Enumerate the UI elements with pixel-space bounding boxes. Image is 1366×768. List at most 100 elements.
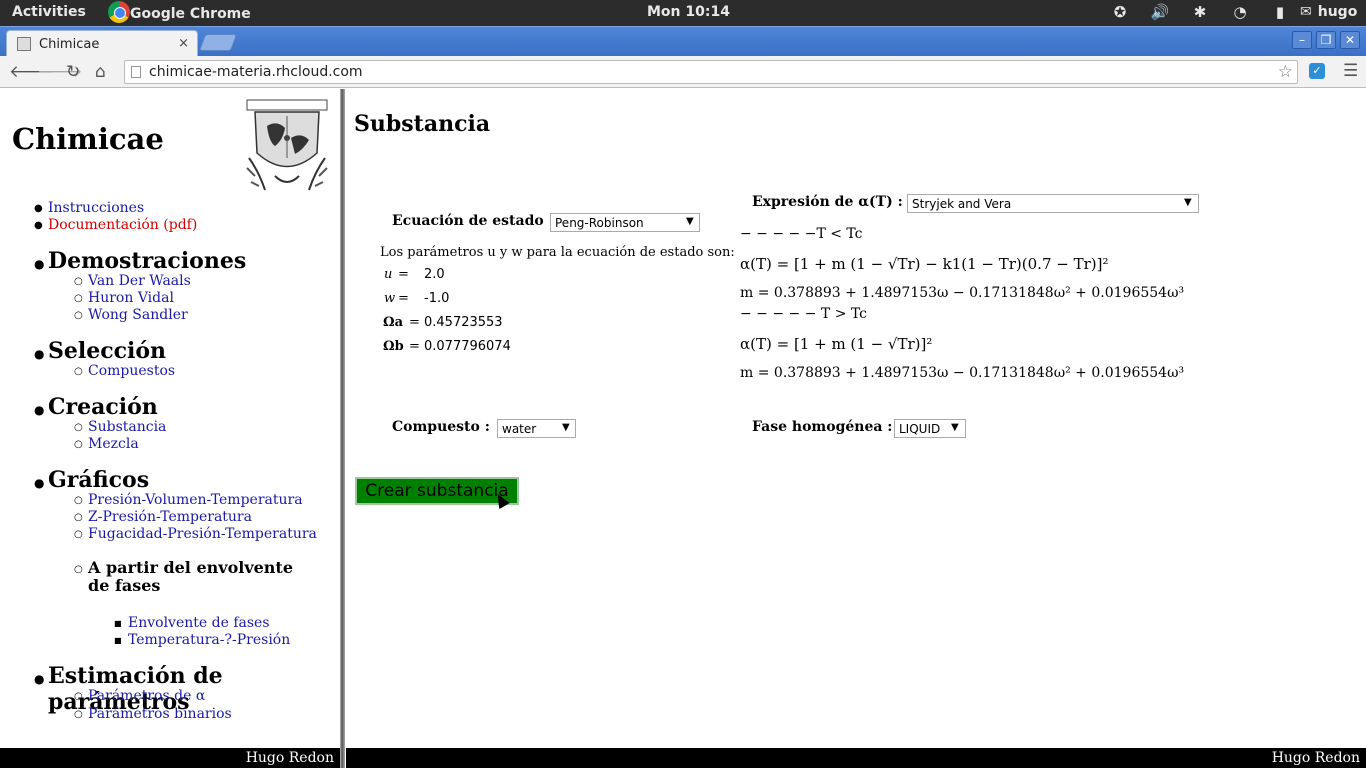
home-icon[interactable]: ⌂: [95, 62, 106, 82]
user-menu[interactable]: ✉ hugo: [1300, 4, 1357, 20]
phase-label: Fase homogénea :: [752, 419, 893, 435]
bullet: ○: [74, 276, 83, 287]
tab-chimicae[interactable]: Chimicae ×: [6, 30, 198, 57]
params-intro: Los parámetros u y w para la ecuación de…: [380, 245, 735, 260]
app-name: Google Chrome: [130, 5, 251, 22]
close-window-icon[interactable]: ✕: [1340, 31, 1360, 49]
phase-select[interactable]: LIQUID: [894, 419, 966, 438]
param-omega-a-name: Ωa: [383, 315, 403, 330]
equation-case-below-tc: − − − − −T < Tc: [740, 226, 863, 242]
link-z-presion-temperatura[interactable]: Z-Presión-Temperatura: [88, 509, 252, 526]
app-menu[interactable]: Google Chrome: [108, 1, 251, 23]
bullet: ●: [34, 403, 45, 417]
link-compuestos[interactable]: Compuestos: [88, 363, 175, 380]
chat-status-icon: ✉: [1300, 4, 1312, 20]
sidebar-frame: Chimicae ● Instrucciones ● Documentación…: [0, 89, 341, 768]
section-creacion: Creación: [48, 394, 158, 420]
param-omega-a-eq: =: [409, 315, 420, 330]
unam-seal-logo: [246, 99, 328, 191]
alpha-label: Expresión de α(T) :: [752, 194, 903, 210]
equation-m-below-tc: m = 0.378893 + 1.4897153ω − 0.17131848ω²…: [740, 285, 1185, 301]
bullet: ●: [34, 347, 45, 361]
reload-icon[interactable]: ↻: [66, 62, 80, 82]
bullet: ●: [34, 257, 45, 271]
equation-m-above-tc: m = 0.378893 + 1.4897153ω − 0.17131848ω²…: [740, 365, 1185, 381]
main-frame: Substancia Ecuación de estado : Peng-Rob…: [346, 89, 1366, 768]
bullet: ○: [74, 495, 83, 506]
link-envolvente-de-fases[interactable]: Envolvente de fases: [128, 615, 270, 632]
bullet: ○: [74, 293, 83, 304]
eos-label: Ecuación de estado :: [392, 213, 554, 229]
wifi-icon[interactable]: ◔: [1220, 3, 1260, 21]
link-van-der-waals[interactable]: Van Der Waals: [88, 273, 191, 290]
link-documentacion-pdf[interactable]: Documentación (pdf): [48, 217, 197, 234]
activities-button[interactable]: Activities: [12, 4, 86, 20]
site-title: Chimicae: [12, 122, 164, 156]
param-w-eq: =: [398, 291, 409, 306]
sidebar-footer: Hugo Redon: [0, 748, 340, 768]
equation-alpha-above-tc: α(T) = [1 + m (1 − √Tr)]²: [740, 335, 933, 353]
bullet: ■: [114, 619, 122, 628]
bullet: ○: [74, 366, 83, 377]
link-mezcla[interactable]: Mezcla: [88, 436, 139, 453]
system-tray[interactable]: ✪ 🔊 ✱ ◔ ▮: [1100, 3, 1300, 21]
link-instrucciones[interactable]: Instrucciones: [48, 200, 144, 217]
section-seleccion: Selección: [48, 338, 167, 364]
link-temperatura-presion[interactable]: Temperatura-?-Presión: [128, 632, 290, 649]
volume-icon[interactable]: 🔊: [1140, 3, 1180, 21]
bookmark-star-icon[interactable]: ☆: [1278, 62, 1293, 82]
web-page: Chimicae ● Instrucciones ● Documentación…: [0, 89, 1366, 768]
section-demostraciones: Demostraciones: [48, 248, 247, 274]
param-omega-b-value: 0.077796074: [424, 339, 511, 354]
url-text: chimicae-materia.rhcloud.com: [149, 64, 363, 80]
link-huron-vidal[interactable]: Huron Vidal: [88, 290, 174, 307]
link-parametros-binarios[interactable]: Parámetros binarios: [88, 706, 232, 723]
new-tab-button[interactable]: [198, 34, 238, 51]
alpha-select[interactable]: Stryjek and Vera: [907, 194, 1199, 213]
bullet: ○: [74, 709, 83, 720]
link-fugacidad-presion-temperatura[interactable]: Fugacidad-Presión-Temperatura: [88, 526, 317, 543]
window-controls: – ❐ ✕: [1292, 31, 1360, 49]
browser-toolbar: 🡐 🡒 ↻ ⌂ chimicae-materia.rhcloud.com ☆ ✓…: [0, 56, 1366, 88]
link-wong-sandler[interactable]: Wong Sandler: [88, 307, 188, 324]
page-title: Substancia: [354, 111, 491, 137]
page-favicon-icon: [17, 37, 31, 51]
bullet: ○: [74, 439, 83, 450]
param-u-eq: =: [398, 267, 409, 282]
accessibility-icon[interactable]: ✪: [1100, 3, 1140, 21]
param-w-value: -1.0: [424, 291, 450, 306]
tab-close-icon[interactable]: ×: [178, 36, 189, 51]
param-omega-b-eq: =: [409, 339, 420, 354]
bullet: ●: [34, 476, 45, 490]
bluetooth-icon[interactable]: ✱: [1180, 3, 1220, 21]
link-parametros-alpha[interactable]: Parámetros de α: [88, 688, 205, 705]
system-top-bar: Activities Google Chrome Mon 10:14 ✪ 🔊 ✱…: [0, 0, 1366, 26]
address-bar[interactable]: chimicae-materia.rhcloud.com ☆: [124, 60, 1298, 84]
bullet: ○: [74, 691, 83, 702]
param-u-name: u: [384, 267, 393, 282]
param-omega-b-name: Ωb: [383, 339, 404, 354]
equation-case-above-tc: − − − − − T > Tc: [740, 306, 867, 322]
bullet: ○: [74, 564, 83, 575]
param-w-name: w: [384, 291, 396, 306]
eos-select[interactable]: Peng-Robinson: [550, 213, 700, 232]
tab-strip: Chimicae × – ❐ ✕: [0, 26, 1366, 57]
bullet: ●: [34, 672, 45, 686]
bullet: ○: [74, 422, 83, 433]
link-substancia[interactable]: Substancia: [88, 419, 166, 436]
extension-check-icon[interactable]: ✓: [1309, 63, 1325, 79]
chrome-menu-icon[interactable]: ☰: [1343, 61, 1358, 81]
tab-title: Chimicae: [39, 36, 100, 52]
frame-divider[interactable]: [340, 89, 345, 768]
bullet: ●: [34, 203, 43, 214]
battery-icon[interactable]: ▮: [1260, 3, 1300, 21]
subsection-envolvente: A partir del envolvente de fases: [88, 558, 293, 595]
clock[interactable]: Mon 10:14: [647, 4, 730, 20]
restore-icon[interactable]: ❐: [1316, 31, 1336, 49]
section-graficos: Gráficos: [48, 467, 150, 493]
minimize-icon[interactable]: –: [1292, 31, 1312, 49]
chrome-icon: [108, 1, 130, 23]
link-presion-volumen-temperatura[interactable]: Presión-Volumen-Temperatura: [88, 492, 303, 509]
bullet: ○: [74, 512, 83, 523]
compound-select[interactable]: water: [497, 419, 576, 438]
